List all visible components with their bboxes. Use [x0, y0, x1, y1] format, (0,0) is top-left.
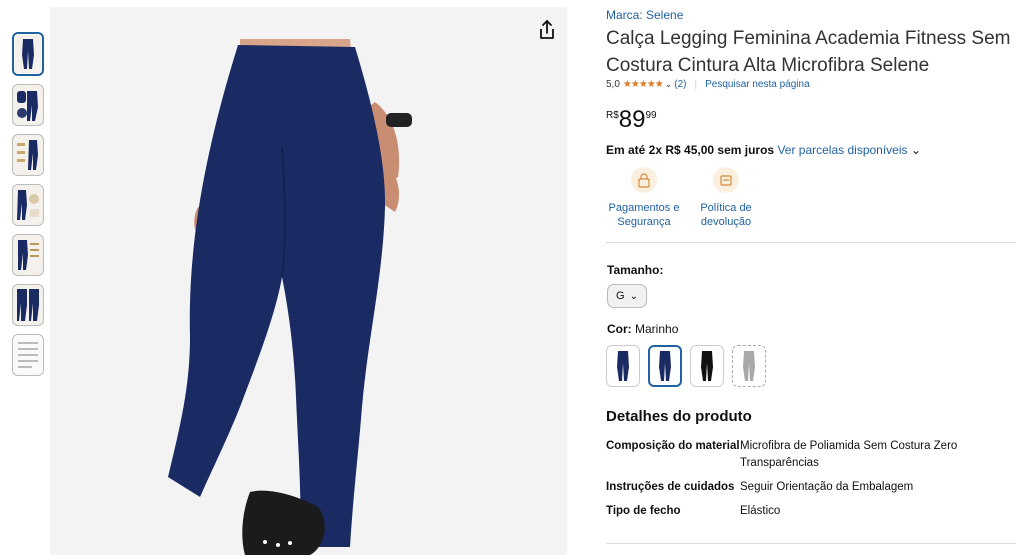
table-row: Composição do material Microfibra de Pol…	[606, 438, 990, 479]
thumbnail-6[interactable]	[12, 284, 44, 326]
swatch-gray[interactable]	[732, 345, 766, 387]
chevron-down-icon[interactable]: ⌄	[665, 79, 673, 90]
thumbnail-4[interactable]	[12, 184, 44, 226]
color-label: Cor: Marinho	[607, 322, 678, 336]
feature-payments-security[interactable]: Pagamentos e Segurança	[606, 167, 682, 229]
thumbnail-1[interactable]	[12, 32, 44, 76]
features-row: Pagamentos e Segurança Política de devol…	[606, 167, 770, 229]
thumbnail-strip	[12, 32, 46, 384]
share-icon[interactable]	[537, 19, 557, 41]
price-whole: 89	[618, 106, 646, 133]
swatch-navy-2[interactable]	[648, 345, 682, 387]
rating-row: 5,0 ★★★★★ ⌄ (2) | Pesquisar nesta página	[606, 79, 810, 90]
detail-key: Tipo de fecho	[606, 505, 681, 517]
size-dropdown[interactable]: G ⌄	[607, 284, 647, 308]
table-row: Instruções de cuidados Seguir Orientação…	[606, 479, 990, 503]
swatch-black[interactable]	[690, 345, 724, 387]
detail-key: Instruções de cuidados	[606, 481, 735, 493]
feature-label: Política de devolução	[700, 202, 752, 228]
main-product-image[interactable]	[50, 7, 567, 555]
installments: Em até 2x R$ 45,00 sem juros Ver parcela…	[606, 143, 921, 157]
lock-icon	[631, 167, 657, 193]
price-fraction: 99	[645, 110, 657, 121]
installments-link[interactable]: Ver parcelas disponíveis	[777, 143, 907, 157]
divider	[606, 543, 1016, 544]
size-value: G	[616, 290, 625, 302]
product-details-table: Composição do material Microfibra de Pol…	[606, 438, 990, 527]
chevron-down-icon[interactable]: ⌄	[911, 143, 921, 157]
detail-key: Composição do material	[606, 440, 740, 452]
divider: |	[694, 79, 698, 90]
detail-value: Microfibra de Poliamida Sem Costura Zero…	[740, 440, 958, 469]
search-page-link[interactable]: Pesquisar nesta página	[705, 79, 810, 90]
return-icon	[713, 167, 739, 193]
thumbnail-2[interactable]	[12, 84, 44, 126]
installments-text: Em até 2x R$ 45,00 sem juros	[606, 143, 775, 157]
swatch-navy-1[interactable]	[606, 345, 640, 387]
color-swatches	[606, 345, 774, 387]
color-value: Marinho	[635, 322, 679, 336]
review-count-link[interactable]: (2)	[674, 79, 686, 90]
thumbnail-5[interactable]	[12, 234, 44, 276]
size-label: Tamanho:	[607, 263, 664, 277]
feature-label: Pagamentos e Segurança	[608, 202, 680, 228]
detail-value: Seguir Orientação da Embalagem	[740, 481, 914, 493]
table-row: Tipo de fecho Elástico	[606, 503, 990, 527]
thumbnail-3[interactable]	[12, 134, 44, 176]
legging-model-illustration	[168, 39, 412, 555]
thumbnail-7[interactable]	[12, 334, 44, 376]
star-rating-icon[interactable]: ★★★★★	[623, 79, 664, 90]
chevron-down-icon: ⌄	[629, 290, 638, 302]
product-details-heading: Detalhes do produto	[606, 408, 752, 425]
price-currency: R$	[606, 110, 619, 121]
brand-link[interactable]: Marca: Selene	[606, 8, 683, 22]
product-title: Calça Legging Feminina Academia Fitness …	[606, 28, 1011, 76]
color-label-key: Cor:	[607, 322, 632, 336]
detail-value: Elástico	[740, 505, 781, 517]
divider	[606, 242, 1016, 243]
rating-value: 5,0	[606, 79, 620, 90]
price: R$ 89 99	[606, 106, 657, 134]
feature-return-policy[interactable]: Política de devolução	[688, 167, 764, 229]
